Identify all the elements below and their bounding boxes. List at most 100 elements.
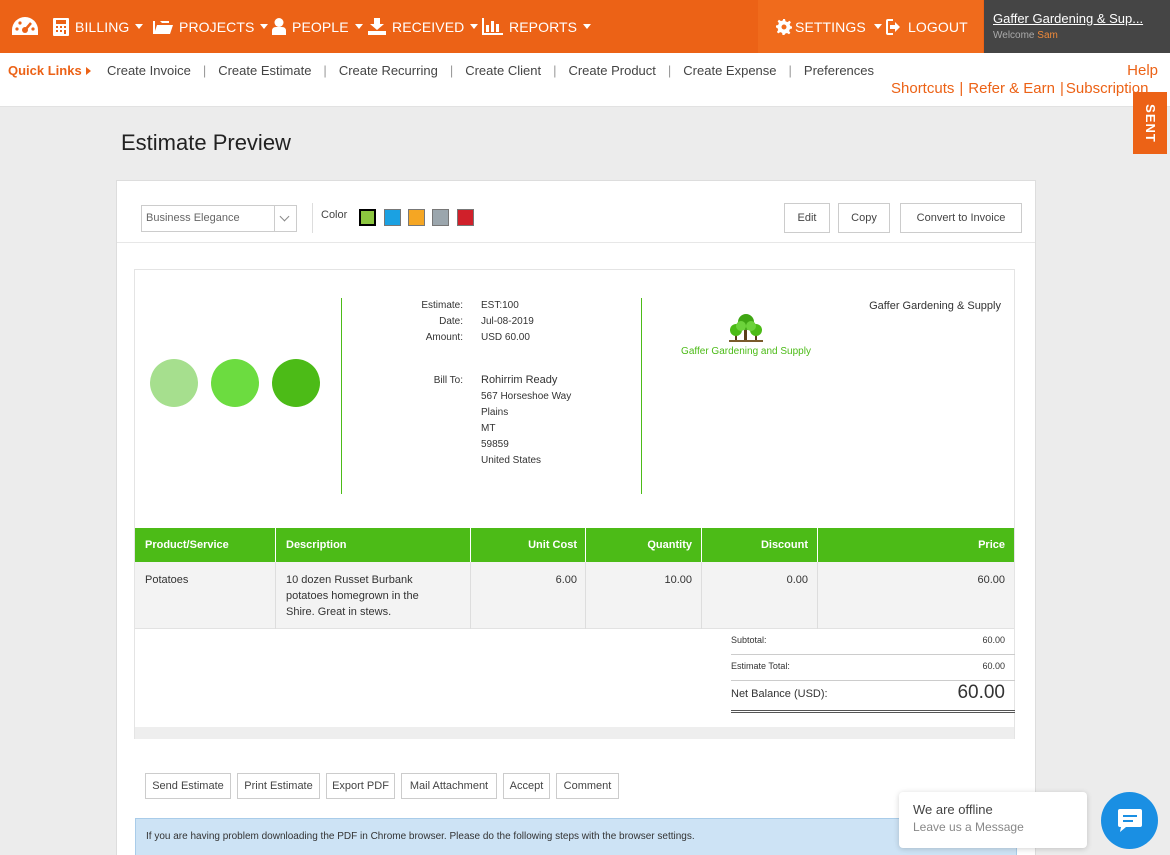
company-name: Gaffer Gardening & Supply	[869, 300, 1001, 312]
quick-link-preferences[interactable]: Preferences	[804, 63, 874, 78]
refer-earn-link[interactable]: Refer & Earn	[968, 80, 1055, 97]
divider: |	[667, 63, 672, 78]
column-header-product: Product/Service	[145, 539, 229, 551]
decorative-circle	[211, 359, 259, 407]
color-swatch-red[interactable]	[457, 209, 474, 226]
copy-button[interactable]: Copy	[838, 203, 890, 233]
chat-button[interactable]	[1101, 792, 1158, 849]
nav-received[interactable]: RECEIVED	[368, 0, 479, 53]
bill-to-city: Plains	[481, 407, 509, 418]
estimate-total-label: Estimate Total:	[731, 661, 790, 671]
divider	[312, 203, 313, 233]
chevron-down-icon	[583, 24, 592, 29]
status-badge: SENT	[1133, 92, 1167, 154]
divider: |	[1060, 80, 1064, 97]
divider: |	[553, 63, 557, 78]
nav-reports-label: REPORTS	[509, 18, 578, 35]
chevron-down-icon	[354, 24, 363, 29]
quick-links-list: Create Invoice | Create Estimate | Create …	[107, 63, 874, 78]
chat-bubble-icon	[1117, 808, 1142, 832]
divider	[275, 528, 276, 562]
decorative-circle	[150, 359, 198, 407]
quick-link-create-estimate[interactable]: Create Estimate	[218, 63, 311, 78]
color-swatch-blue[interactable]	[384, 209, 401, 226]
quick-link-create-invoice[interactable]: Create Invoice	[107, 63, 191, 78]
convert-to-invoice-button[interactable]: Convert to Invoice	[900, 203, 1022, 233]
nav-right-group: SETTINGS LOGOUT	[758, 0, 983, 53]
divider: |	[449, 63, 454, 78]
quick-link-create-product[interactable]: Create Product	[568, 63, 655, 78]
quick-links-title: Quick Links	[8, 63, 91, 78]
nav-people[interactable]: PEOPLE	[272, 0, 363, 53]
export-pdf-button[interactable]: Export PDF	[326, 773, 395, 799]
cell-product: Potatoes	[145, 574, 189, 586]
document-footer	[135, 727, 1014, 739]
nav-billing[interactable]: BILLING	[53, 0, 144, 53]
estimate-card: Business Elegance Color Edit Copy Conver…	[116, 180, 1036, 855]
user-welcome: Welcome Sam	[993, 30, 1161, 41]
color-swatch-gray[interactable]	[432, 209, 449, 226]
color-swatch-green[interactable]	[359, 209, 376, 226]
nav-settings-label: SETTINGS	[795, 18, 866, 35]
nav-received-label: RECEIVED	[392, 18, 465, 35]
company-logo: Gaffer Gardening and Supply	[681, 310, 811, 360]
comment-button[interactable]: Comment	[556, 773, 619, 799]
bill-to-state: MT	[481, 423, 496, 434]
bill-to-label: Bill To:	[433, 375, 463, 386]
cell-discount: 0.00	[786, 574, 808, 586]
column-header-quantity: Quantity	[647, 539, 692, 551]
cell-description: 10 dozen Russet Burbank potatoes homegro…	[286, 572, 419, 620]
pdf-help-banner: If you are having problem downloading th…	[135, 818, 1017, 855]
color-label: Color	[321, 209, 348, 221]
nav-reports[interactable]: REPORTS	[482, 0, 592, 53]
nav-projects-label: PROJECTS	[179, 18, 255, 35]
calculator-icon	[53, 17, 69, 36]
folder-icon	[153, 20, 173, 34]
subtotal-value: 60.00	[982, 635, 1005, 645]
divider	[275, 562, 276, 629]
accept-button[interactable]: Accept	[503, 773, 550, 799]
logout-icon	[886, 18, 900, 35]
table-header: Product/Service Description Unit Cost Qu…	[135, 528, 1014, 562]
estimate-total-value: 60.00	[982, 661, 1005, 671]
divider	[341, 298, 342, 494]
logo-text: Gaffer Gardening and Supply	[681, 346, 811, 357]
nav-settings[interactable]: SETTINGS	[776, 0, 882, 53]
chat-offline-card[interactable]: We are offline Leave us a Message	[899, 792, 1087, 848]
shortcuts-link[interactable]: Shortcuts	[891, 80, 954, 97]
quick-link-create-expense[interactable]: Create Expense	[683, 63, 776, 78]
bill-to-address: 567 Horseshoe Way	[481, 391, 572, 402]
estimate-date-label: Date:	[439, 316, 463, 327]
dashboard-gauge-icon	[12, 16, 38, 35]
net-balance-value: 60.00	[957, 682, 1005, 703]
edit-button[interactable]: Edit	[784, 203, 830, 233]
gear-icon	[776, 18, 792, 35]
user-company-name[interactable]: Gaffer Gardening & Sup...	[993, 11, 1161, 26]
dashboard-button[interactable]	[10, 0, 40, 53]
nav-people-label: PEOPLE	[292, 18, 349, 35]
bar-chart-icon	[482, 18, 503, 35]
cell-price: 60.00	[977, 574, 1005, 586]
mail-attachment-button[interactable]: Mail Attachment	[401, 773, 497, 799]
chat-subtitle: Leave us a Message	[913, 820, 1024, 834]
column-header-discount: Discount	[760, 539, 808, 551]
nav-logout[interactable]: LOGOUT	[886, 0, 968, 53]
column-header-unit-cost: Unit Cost	[528, 539, 577, 551]
divider: |	[788, 63, 792, 78]
nav-projects[interactable]: PROJECTS	[153, 0, 269, 53]
welcome-label: Welcome	[993, 30, 1035, 41]
quick-link-create-client[interactable]: Create Client	[465, 63, 541, 78]
user-menu[interactable]: Gaffer Gardening & Sup... Welcome Sam	[984, 0, 1170, 53]
chevron-down-icon	[135, 24, 144, 29]
divider	[731, 710, 1015, 713]
table-row: Potatoes 10 dozen Russet Burbank potatoe…	[135, 562, 1014, 629]
divider	[641, 298, 642, 494]
help-link[interactable]: Help	[1127, 62, 1158, 79]
template-select[interactable]: Business Elegance	[141, 205, 297, 232]
send-estimate-button[interactable]: Send Estimate	[145, 773, 231, 799]
estimate-number-label: Estimate:	[421, 300, 463, 311]
color-swatch-orange[interactable]	[408, 209, 425, 226]
quick-link-create-recurring[interactable]: Create Recurring	[339, 63, 438, 78]
estimate-number: EST:100	[481, 300, 519, 311]
print-estimate-button[interactable]: Print Estimate	[237, 773, 320, 799]
